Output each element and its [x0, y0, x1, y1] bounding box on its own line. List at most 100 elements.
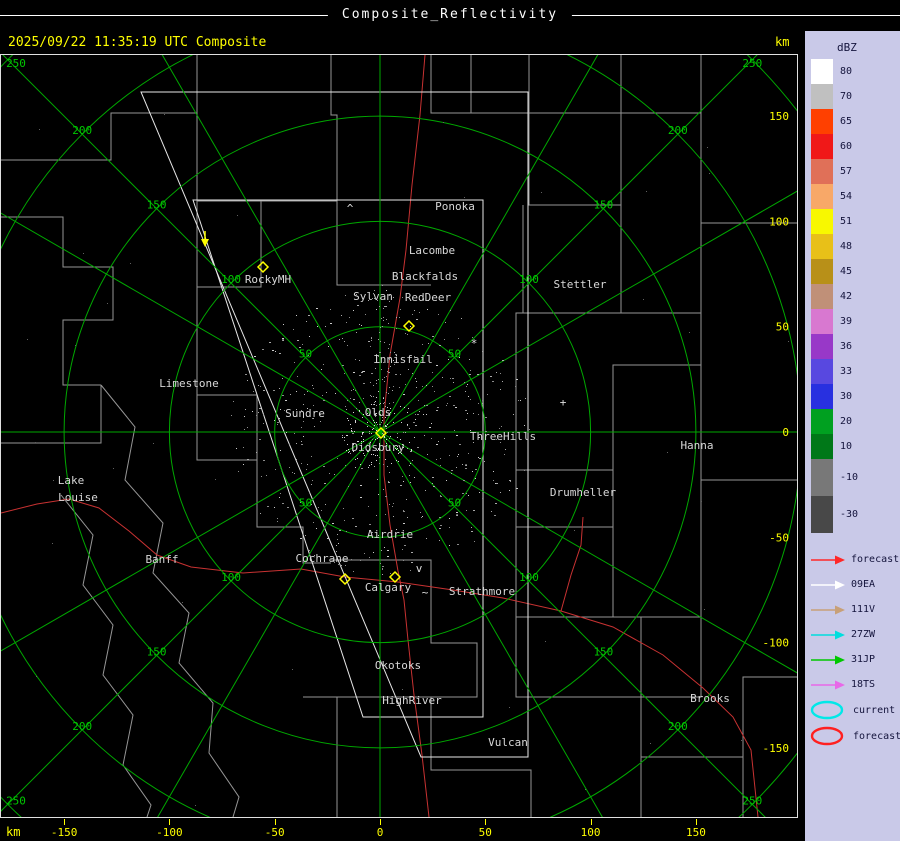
right-axis-unit: km — [775, 35, 789, 49]
echo-speckle — [466, 510, 467, 511]
echo-speckle — [334, 474, 335, 475]
echo-speckle — [385, 514, 386, 515]
radar-viewer: { "window": { "title": "Composite_Reflec… — [0, 0, 900, 841]
map-marker: · — [463, 459, 470, 472]
scale-swatch — [811, 84, 833, 109]
echo-speckle — [386, 319, 387, 320]
echo-speckle — [256, 452, 257, 453]
echo-speckle — [346, 409, 347, 410]
city-label: Calgary — [365, 581, 412, 594]
range-ring-label: 200 — [72, 720, 92, 733]
echo-speckle — [307, 464, 308, 465]
echo-speckle — [524, 425, 525, 426]
echo-speckle — [650, 743, 651, 744]
echo-speckle — [355, 421, 356, 422]
axis-tick-label: 150 — [672, 826, 720, 839]
echo-speckle — [466, 386, 467, 387]
echo-speckle — [422, 344, 423, 345]
echo-speckle — [371, 404, 372, 405]
boundary-line — [621, 55, 701, 113]
echo-speckle — [449, 527, 450, 528]
echo-speckle — [287, 507, 289, 508]
echo-speckle — [382, 433, 383, 434]
scale-swatch — [811, 159, 833, 184]
track-arrow-icon — [811, 604, 845, 616]
scale-swatch — [811, 109, 833, 134]
echo-speckle — [379, 457, 380, 458]
echo-speckle — [368, 467, 369, 468]
echo-speckle — [468, 396, 469, 397]
echo-speckle — [384, 547, 385, 548]
echo-speckle — [427, 454, 428, 455]
echo-speckle — [376, 460, 377, 461]
city-label: Okotoks — [375, 659, 421, 672]
echo-speckle — [400, 485, 402, 486]
echo-speckle — [39, 129, 40, 130]
echo-speckle — [263, 390, 265, 391]
echo-speckle — [357, 458, 358, 459]
echo-speckle — [347, 435, 348, 436]
echo-speckle — [369, 431, 370, 432]
echo-speckle — [470, 370, 471, 371]
echo-speckle — [285, 400, 287, 401]
right-axis-label: -100 — [763, 637, 790, 650]
echo-speckle — [384, 437, 385, 438]
echo-speckle — [329, 473, 330, 474]
echo-speckle — [357, 305, 359, 306]
radar-map[interactable]: 5050505010010010010015015015015020020020… — [0, 54, 798, 818]
radar-map-canvas[interactable]: 5050505010010010010015015015015020020020… — [1, 55, 797, 817]
echo-speckle — [348, 486, 349, 487]
track-legend-row: 31JP — [811, 647, 899, 672]
echo-speckle — [348, 420, 349, 421]
echo-speckle — [383, 308, 384, 309]
echo-speckle — [404, 545, 406, 546]
echo-speckle — [407, 517, 408, 518]
echo-speckle — [495, 503, 497, 504]
echo-speckle — [518, 400, 519, 401]
echo-speckle — [388, 323, 389, 324]
echo-speckle — [444, 438, 445, 439]
echo-speckle — [415, 414, 416, 415]
echo-speckle — [502, 381, 503, 382]
echo-speckle — [373, 428, 374, 429]
echo-speckle — [490, 376, 492, 377]
echo-speckle — [107, 303, 108, 304]
echo-speckle — [516, 379, 518, 380]
echo-speckle — [367, 422, 368, 423]
echo-speckle — [447, 403, 448, 404]
echo-speckle — [411, 562, 413, 563]
boundary-line — [516, 617, 641, 697]
city-label: Cochrane — [296, 552, 349, 565]
echo-speckle — [444, 339, 445, 340]
echo-speckle — [275, 351, 276, 352]
echo-speckle — [445, 322, 446, 323]
echo-speckle — [252, 411, 253, 412]
echo-speckle — [411, 449, 412, 450]
echo-speckle — [459, 357, 460, 358]
echo-speckle — [35, 442, 36, 443]
echo-speckle — [261, 476, 262, 477]
echo-speckle — [482, 400, 483, 401]
echo-speckle — [388, 368, 389, 369]
axis-tick — [275, 819, 276, 825]
echo-speckle — [299, 347, 301, 348]
echo-speckle — [309, 550, 310, 551]
axis-tick-label: 0 — [356, 826, 404, 839]
echo-speckle — [277, 424, 278, 425]
echo-speckle — [361, 325, 362, 326]
echo-speckle — [464, 382, 465, 383]
echo-speckle — [359, 324, 360, 325]
echo-speckle — [346, 435, 347, 436]
city-label: Didsbury — [352, 441, 405, 454]
echo-speckle — [371, 338, 372, 339]
echo-speckle — [351, 428, 352, 429]
echo-speckle — [432, 386, 433, 387]
echo-speckle — [360, 560, 361, 561]
echo-speckle — [407, 425, 408, 426]
echo-speckle — [355, 467, 356, 468]
echo-speckle — [341, 315, 342, 316]
echo-speckle — [375, 368, 376, 369]
echo-speckle — [346, 531, 347, 532]
echo-speckle — [328, 346, 329, 347]
echo-speckle — [294, 433, 295, 434]
